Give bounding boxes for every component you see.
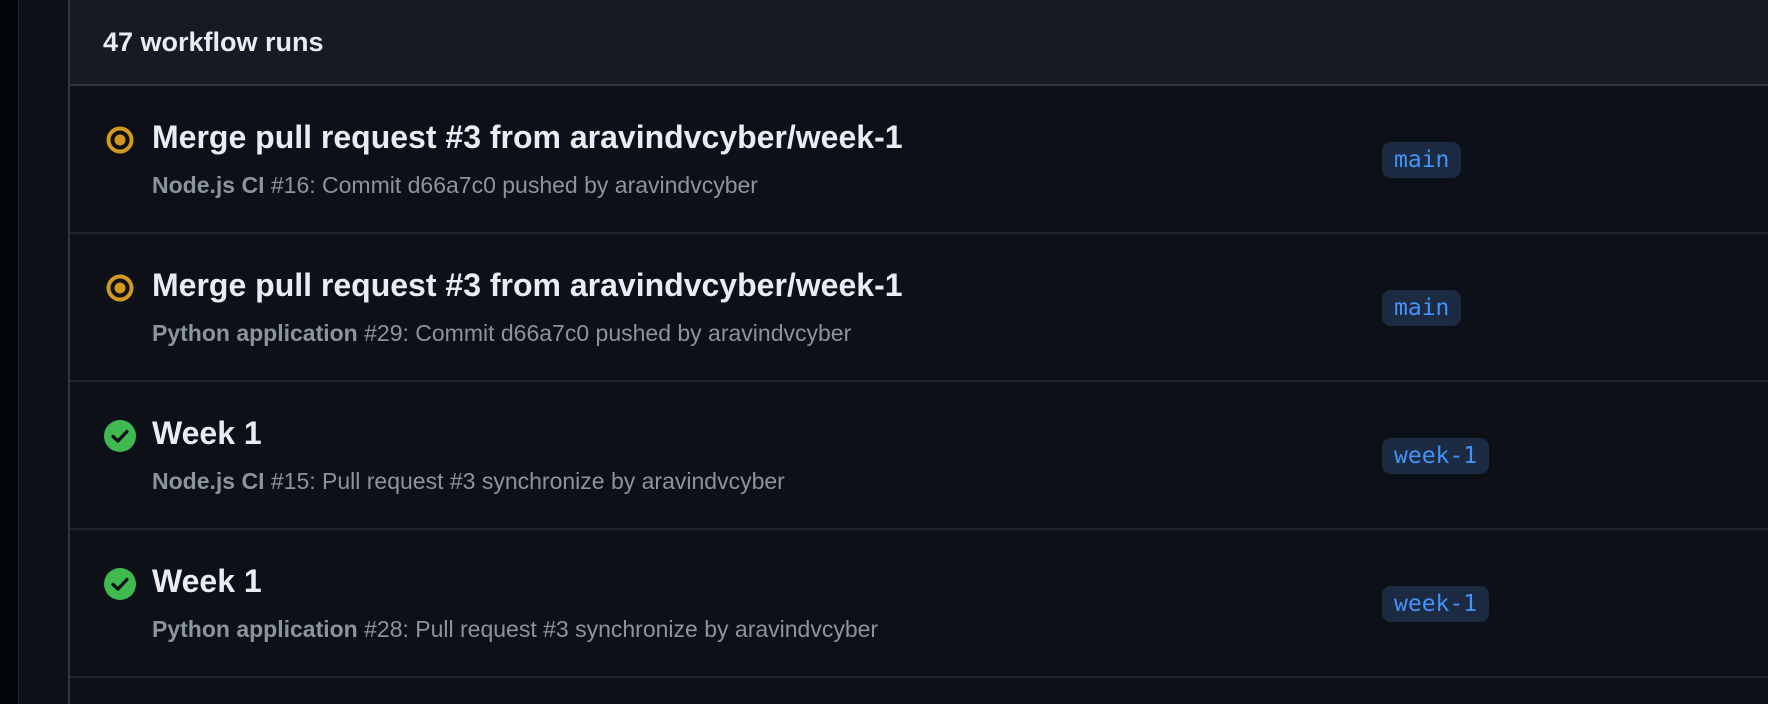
in-progress-icon — [104, 124, 136, 156]
run-title-link[interactable]: Merge pull request #3 from aravindvcyber… — [152, 267, 903, 304]
run-workflow-name: Node.js CI — [152, 172, 265, 198]
workflow-run-row[interactable]: Week 1 Python application #28: Pull requ… — [70, 530, 1768, 678]
run-title-link[interactable]: Merge pull request #3 from aravindvcyber… — [152, 119, 903, 156]
actions-page: 47 workflow runs Merge pull request #3 f… — [0, 0, 1768, 704]
run-detail: #29: Commit d66a7c0 pushed by aravindvcy… — [357, 320, 852, 346]
run-title-link[interactable]: Week 1 — [152, 415, 262, 452]
run-title-link[interactable]: Week 1 — [152, 563, 262, 600]
workflow-run-row[interactable]: Merge pull request #3 from aravindvcyber… — [70, 234, 1768, 382]
runs-count: 47 workflow runs — [103, 26, 324, 57]
branch-tag[interactable]: week-1 — [1382, 438, 1490, 474]
in-progress-icon — [104, 272, 136, 304]
branch-tag[interactable]: main — [1382, 290, 1462, 326]
run-workflow-name: Node.js CI — [152, 468, 265, 494]
check-circle-icon — [104, 568, 136, 600]
run-detail: #16: Commit d66a7c0 pushed by aravindvcy… — [264, 172, 758, 198]
branch-tag[interactable]: week-1 — [1382, 586, 1490, 622]
check-circle-icon — [104, 420, 136, 452]
runs-header: 47 workflow runs — [70, 0, 1768, 86]
branch-tag[interactable]: main — [1382, 142, 1462, 178]
run-meta: Node.js CI #15: Pull request #3 synchron… — [152, 468, 785, 495]
run-meta: Python application #29: Commit d66a7c0 p… — [152, 320, 851, 347]
workflow-run-row[interactable]: Week 1 Node.js CI #15: Pull request #3 s… — [70, 382, 1768, 530]
run-detail: #28: Pull request #3 synchronize by arav… — [357, 616, 879, 642]
run-workflow-name: Python application — [152, 320, 358, 346]
run-detail: #15: Pull request #3 synchronize by arav… — [264, 468, 785, 494]
left-rail-divider — [18, 0, 19, 704]
workflow-runs-panel: 47 workflow runs Merge pull request #3 f… — [68, 0, 1768, 704]
left-rail — [0, 0, 18, 704]
run-meta: Node.js CI #16: Commit d66a7c0 pushed by… — [152, 172, 758, 199]
run-meta: Python application #28: Pull request #3 … — [152, 616, 878, 643]
workflow-run-row[interactable]: Merge pull request #3 from aravindvcyber… — [70, 86, 1768, 234]
run-workflow-name: Python application — [152, 616, 358, 642]
